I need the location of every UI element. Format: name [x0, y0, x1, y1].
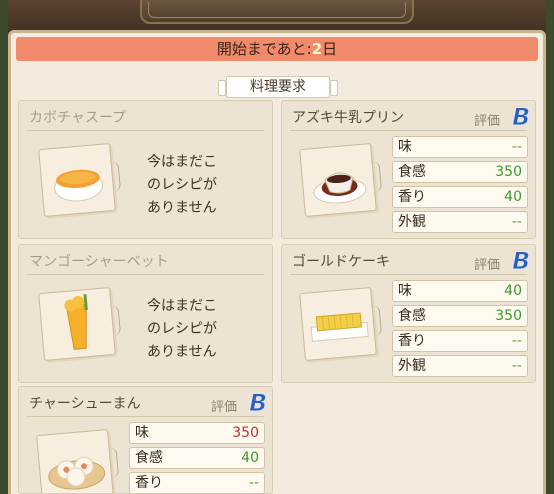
soup-bowl-icon — [54, 169, 104, 202]
recipe-card-pumpkin-soup[interactable]: カボチャスープ 今はまだこ のレシピが ありません — [18, 100, 273, 239]
evaluation-label: 評価 — [211, 400, 238, 415]
stat-appearance: 外観 -- — [392, 355, 528, 377]
recipe-card-charsiu-bun[interactable]: チャーシューまん 評価 B 味 350 食感 40 香り -- — [18, 386, 273, 494]
gold-cake-icon — [310, 312, 369, 342]
stat-texture: 食感 350 — [392, 305, 528, 327]
grade-b-icon: B — [512, 247, 531, 276]
svg-text:B: B — [512, 103, 530, 131]
divider — [290, 130, 527, 131]
recipe-image-frame — [36, 428, 114, 493]
mango-sherbet-icon — [64, 294, 88, 350]
background-right — [546, 0, 554, 494]
background-left — [0, 0, 8, 494]
divider — [290, 274, 527, 275]
countdown-prefix: 開始まであと: — [216, 40, 312, 58]
grade-b-icon: B — [249, 389, 268, 418]
azuki-pudding-icon — [313, 172, 367, 204]
recipe-image-frame — [299, 142, 377, 218]
recipe-card-mango-sherbet[interactable]: マンゴーシャーベット 今はまだこ のレシピが ありません — [18, 244, 273, 383]
stat-taste: 味 40 — [392, 280, 528, 302]
countdown-banner: 開始まであと:2日 — [16, 37, 538, 61]
requirements-tab: 料理要求 — [218, 76, 338, 98]
card-title: チャーシューまん — [29, 396, 141, 412]
stat-aroma: 香り 40 — [392, 186, 528, 208]
locked-message: 今はまだこ のレシピが ありません — [147, 298, 217, 360]
recipe-card-gold-cake[interactable]: ゴールドケーキ 評価 B 味 40 食感 350 香り -- 外観 -- — [281, 244, 536, 383]
divider — [27, 274, 264, 275]
evaluation-label: 評価 — [474, 258, 501, 273]
countdown-suffix: 日 — [322, 40, 338, 58]
divider — [27, 130, 264, 131]
card-title: アズキ牛乳プリン — [292, 110, 404, 126]
divider — [27, 416, 264, 417]
stat-texture: 食感 350 — [392, 161, 528, 183]
stat-taste: 味 350 — [129, 422, 265, 444]
stat-aroma: 香り -- — [129, 472, 265, 493]
card-title: カボチャスープ — [29, 110, 127, 126]
card-title: マンゴーシャーベット — [29, 254, 169, 270]
recipe-image-frame — [38, 286, 116, 362]
steamed-bun-icon — [48, 456, 106, 490]
card-title: ゴールドケーキ — [292, 254, 390, 270]
stat-appearance: 外観 -- — [392, 211, 528, 233]
recipe-image-frame — [299, 286, 377, 362]
stat-texture: 食感 40 — [129, 447, 265, 469]
recipe-image-frame — [38, 142, 116, 218]
stat-aroma: 香り -- — [392, 330, 528, 352]
svg-text:B: B — [249, 389, 267, 417]
grade-b-icon: B — [512, 103, 531, 132]
evaluation-label: 評価 — [474, 114, 501, 129]
svg-text:B: B — [512, 247, 530, 275]
locked-message: 今はまだこ のレシピが ありません — [147, 154, 217, 216]
top-plaque — [140, 0, 414, 24]
stat-taste: 味 -- — [392, 136, 528, 158]
recipe-card-azuki-pudding[interactable]: アズキ牛乳プリン 評価 B 味 -- 食感 350 香り 40 外観 -- — [281, 100, 536, 239]
countdown-days: 2 — [311, 40, 323, 58]
